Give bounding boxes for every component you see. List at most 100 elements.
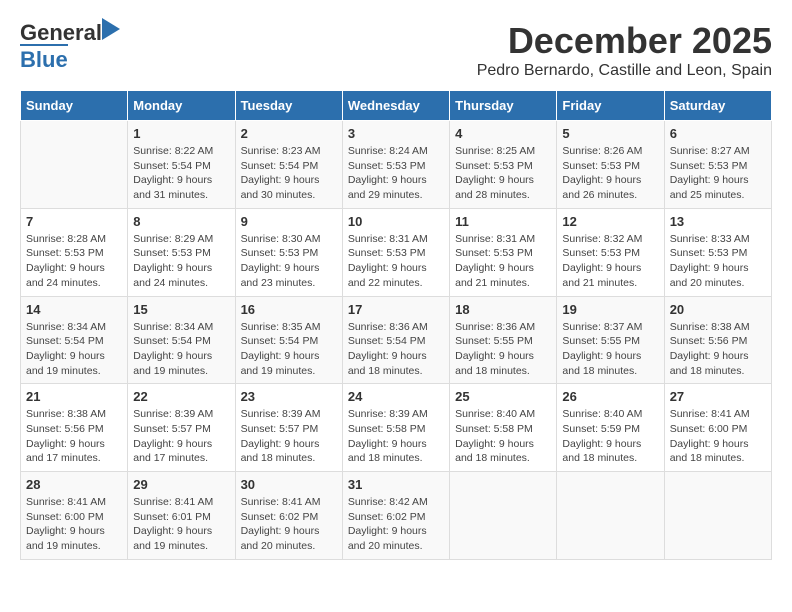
day-number: 13 bbox=[670, 214, 766, 229]
day-info: Sunrise: 8:38 AM Sunset: 5:56 PM Dayligh… bbox=[26, 407, 122, 466]
calendar-week-row: 1Sunrise: 8:22 AM Sunset: 5:54 PM Daylig… bbox=[21, 121, 772, 209]
day-info: Sunrise: 8:41 AM Sunset: 6:00 PM Dayligh… bbox=[670, 407, 766, 466]
table-row: 28Sunrise: 8:41 AM Sunset: 6:00 PM Dayli… bbox=[21, 472, 128, 560]
day-number: 10 bbox=[348, 214, 444, 229]
logo-general: General bbox=[20, 20, 102, 45]
day-number: 6 bbox=[670, 126, 766, 141]
table-row: 3Sunrise: 8:24 AM Sunset: 5:53 PM Daylig… bbox=[342, 121, 449, 209]
page-title: December 2025 bbox=[477, 20, 772, 62]
table-row: 29 Sunrise: 8:41 AM Sunset: 6:01 PM Dayli… bbox=[128, 472, 235, 560]
logo: General Blue bbox=[20, 20, 102, 73]
day-number: 12 bbox=[562, 214, 658, 229]
table-row bbox=[21, 121, 128, 209]
day-info: Sunrise: 8:36 AM Sunset: 5:55 PM Dayligh… bbox=[455, 320, 551, 379]
day-info: Sunrise: 8:38 AM Sunset: 5:56 PM Dayligh… bbox=[670, 320, 766, 379]
day-info: Sunrise: 8:39 AM Sunset: 5:58 PM Dayligh… bbox=[348, 407, 444, 466]
day-number: 26 bbox=[562, 389, 658, 404]
day-number: 11 bbox=[455, 214, 551, 229]
calendar-week-row: 14 Sunrise: 8:34 AM Sunset: 5:54 PM Dayli… bbox=[21, 296, 772, 384]
table-row: 17 Sunrise: 8:36 AM Sunset: 5:54 PM Dayli… bbox=[342, 296, 449, 384]
table-row: 12Sunrise: 8:32 AM Sunset: 5:53 PM Dayli… bbox=[557, 208, 664, 296]
day-number: 21 bbox=[26, 389, 122, 404]
table-row: 2Sunrise: 8:23 AM Sunset: 5:54 PM Daylig… bbox=[235, 121, 342, 209]
table-row: 16 Sunrise: 8:35 AM Sunset: 5:54 PM Dayli… bbox=[235, 296, 342, 384]
header-sunday: Sunday bbox=[21, 91, 128, 121]
day-number: 15 bbox=[133, 302, 229, 317]
day-info: Sunrise: 8:34 AM Sunset: 5:54 PM Dayligh… bbox=[133, 320, 229, 379]
day-info: Sunrise: 8:26 AM Sunset: 5:53 PM Dayligh… bbox=[562, 144, 658, 203]
day-info: Sunrise: 8:40 AM Sunset: 5:59 PM Dayligh… bbox=[562, 407, 658, 466]
day-number: 16 bbox=[241, 302, 337, 317]
day-info: Sunrise: 8:36 AM Sunset: 5:54 PM Dayligh… bbox=[348, 320, 444, 379]
table-row: 1Sunrise: 8:22 AM Sunset: 5:54 PM Daylig… bbox=[128, 121, 235, 209]
day-info: Sunrise: 8:28 AM Sunset: 5:53 PM Dayligh… bbox=[26, 232, 122, 291]
day-info: Sunrise: 8:30 AM Sunset: 5:53 PM Dayligh… bbox=[241, 232, 337, 291]
table-row: 14 Sunrise: 8:34 AM Sunset: 5:54 PM Dayli… bbox=[21, 296, 128, 384]
day-info: Sunrise: 8:31 AM Sunset: 5:53 PM Dayligh… bbox=[455, 232, 551, 291]
table-row: 4Sunrise: 8:25 AM Sunset: 5:53 PM Daylig… bbox=[450, 121, 557, 209]
header-thursday: Thursday bbox=[450, 91, 557, 121]
calendar-table: Sunday Monday Tuesday Wednesday Thursday… bbox=[20, 90, 772, 560]
day-number: 14 bbox=[26, 302, 122, 317]
table-row: 8 Sunrise: 8:29 AM Sunset: 5:53 PM Daylig… bbox=[128, 208, 235, 296]
page-header: General Blue December 2025 Pedro Bernard… bbox=[20, 20, 772, 80]
logo-blue: Blue bbox=[20, 44, 68, 73]
day-info: Sunrise: 8:34 AM Sunset: 5:54 PM Dayligh… bbox=[26, 320, 122, 379]
day-info: Sunrise: 8:35 AM Sunset: 5:54 PM Dayligh… bbox=[241, 320, 337, 379]
table-row: 27 Sunrise: 8:41 AM Sunset: 6:00 PM Dayli… bbox=[664, 384, 771, 472]
day-info: Sunrise: 8:23 AM Sunset: 5:54 PM Dayligh… bbox=[241, 144, 337, 203]
table-row: 13 Sunrise: 8:33 AM Sunset: 5:53 PM Dayli… bbox=[664, 208, 771, 296]
table-row: 30 Sunrise: 8:41 AM Sunset: 6:02 PM Dayli… bbox=[235, 472, 342, 560]
day-info: Sunrise: 8:31 AM Sunset: 5:53 PM Dayligh… bbox=[348, 232, 444, 291]
calendar-week-row: 28Sunrise: 8:41 AM Sunset: 6:00 PM Dayli… bbox=[21, 472, 772, 560]
table-row: 21 Sunrise: 8:38 AM Sunset: 5:56 PM Dayli… bbox=[21, 384, 128, 472]
day-number: 24 bbox=[348, 389, 444, 404]
day-number: 30 bbox=[241, 477, 337, 492]
day-number: 7 bbox=[26, 214, 122, 229]
day-number: 3 bbox=[348, 126, 444, 141]
day-number: 17 bbox=[348, 302, 444, 317]
table-row: 20 Sunrise: 8:38 AM Sunset: 5:56 PM Dayli… bbox=[664, 296, 771, 384]
header-wednesday: Wednesday bbox=[342, 91, 449, 121]
day-number: 19 bbox=[562, 302, 658, 317]
day-number: 31 bbox=[348, 477, 444, 492]
day-number: 29 bbox=[133, 477, 229, 492]
table-row: 19Sunrise: 8:37 AM Sunset: 5:55 PM Dayli… bbox=[557, 296, 664, 384]
day-number: 5 bbox=[562, 126, 658, 141]
day-info: Sunrise: 8:27 AM Sunset: 5:53 PM Dayligh… bbox=[670, 144, 766, 203]
calendar-week-row: 21 Sunrise: 8:38 AM Sunset: 5:56 PM Dayli… bbox=[21, 384, 772, 472]
day-info: Sunrise: 8:33 AM Sunset: 5:53 PM Dayligh… bbox=[670, 232, 766, 291]
day-info: Sunrise: 8:40 AM Sunset: 5:58 PM Dayligh… bbox=[455, 407, 551, 466]
day-info: Sunrise: 8:41 AM Sunset: 6:02 PM Dayligh… bbox=[241, 495, 337, 554]
day-number: 22 bbox=[133, 389, 229, 404]
day-info: Sunrise: 8:39 AM Sunset: 5:57 PM Dayligh… bbox=[133, 407, 229, 466]
day-number: 25 bbox=[455, 389, 551, 404]
title-block: December 2025 Pedro Bernardo, Castille a… bbox=[477, 20, 772, 80]
day-info: Sunrise: 8:22 AM Sunset: 5:54 PM Dayligh… bbox=[133, 144, 229, 203]
logo-arrow-icon bbox=[102, 18, 120, 40]
day-number: 27 bbox=[670, 389, 766, 404]
calendar-week-row: 7 Sunrise: 8:28 AM Sunset: 5:53 PM Daylig… bbox=[21, 208, 772, 296]
table-row bbox=[664, 472, 771, 560]
day-info: Sunrise: 8:29 AM Sunset: 5:53 PM Dayligh… bbox=[133, 232, 229, 291]
table-row: 24 Sunrise: 8:39 AM Sunset: 5:58 PM Dayli… bbox=[342, 384, 449, 472]
day-number: 23 bbox=[241, 389, 337, 404]
table-row: 22 Sunrise: 8:39 AM Sunset: 5:57 PM Dayli… bbox=[128, 384, 235, 472]
table-row bbox=[450, 472, 557, 560]
header-saturday: Saturday bbox=[664, 91, 771, 121]
table-row: 11 Sunrise: 8:31 AM Sunset: 5:53 PM Dayli… bbox=[450, 208, 557, 296]
table-row: 10 Sunrise: 8:31 AM Sunset: 5:53 PM Dayli… bbox=[342, 208, 449, 296]
table-row: 31 Sunrise: 8:42 AM Sunset: 6:02 PM Dayli… bbox=[342, 472, 449, 560]
table-row: 18 Sunrise: 8:36 AM Sunset: 5:55 PM Dayli… bbox=[450, 296, 557, 384]
day-number: 18 bbox=[455, 302, 551, 317]
day-number: 20 bbox=[670, 302, 766, 317]
day-info: Sunrise: 8:42 AM Sunset: 6:02 PM Dayligh… bbox=[348, 495, 444, 554]
table-row: 26 Sunrise: 8:40 AM Sunset: 5:59 PM Dayli… bbox=[557, 384, 664, 472]
table-row: 23 Sunrise: 8:39 AM Sunset: 5:57 PM Dayli… bbox=[235, 384, 342, 472]
day-info: Sunrise: 8:41 AM Sunset: 6:01 PM Dayligh… bbox=[133, 495, 229, 554]
table-row: 9Sunrise: 8:30 AM Sunset: 5:53 PM Daylig… bbox=[235, 208, 342, 296]
page-subtitle: Pedro Bernardo, Castille and Leon, Spain bbox=[477, 62, 772, 80]
day-number: 8 bbox=[133, 214, 229, 229]
day-info: Sunrise: 8:41 AM Sunset: 6:00 PM Dayligh… bbox=[26, 495, 122, 554]
day-info: Sunrise: 8:39 AM Sunset: 5:57 PM Dayligh… bbox=[241, 407, 337, 466]
